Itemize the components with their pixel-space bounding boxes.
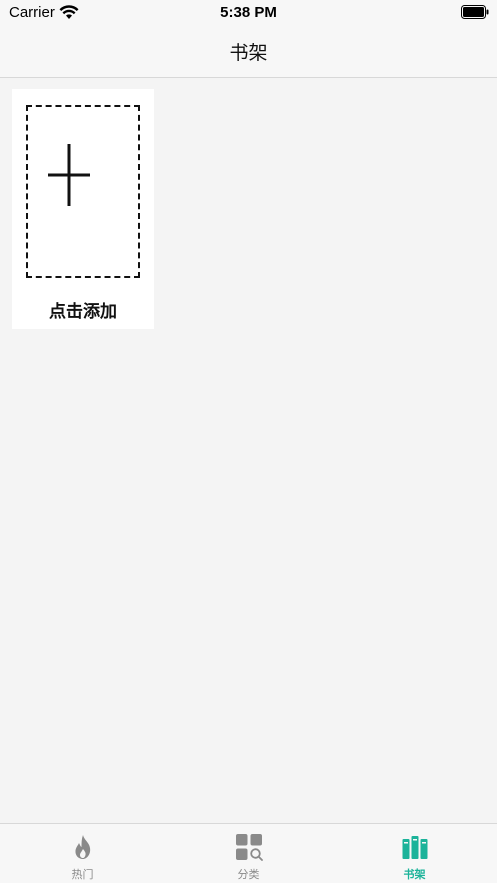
tab-bookshelf-label: 书架	[403, 868, 426, 881]
tab-category[interactable]: 分类	[166, 824, 331, 883]
tab-bookshelf[interactable]: 书架	[332, 824, 497, 883]
status-bar: Carrier 5:38 PM	[0, 0, 497, 26]
category-search-icon	[235, 834, 263, 861]
plus-icon	[48, 144, 90, 206]
flame-icon	[74, 835, 90, 859]
tab-hot[interactable]: 热门	[0, 824, 165, 883]
tab-bar: 热门 分类 书架	[0, 823, 497, 883]
tab-hot-label: 热门	[71, 868, 94, 881]
add-book-card[interactable]: 点击添加	[12, 89, 154, 329]
page-title: 书架	[229, 42, 268, 64]
battery-icon	[461, 5, 489, 19]
navigation-bar: 书架	[0, 26, 497, 78]
bookshelf-icon	[402, 836, 427, 859]
screen: Carrier 5:38 PM 书架 点击添加 热门 分类 书架	[0, 0, 497, 883]
tab-category-label: 分类	[237, 868, 260, 881]
add-book-label: 点击添加	[49, 302, 117, 322]
status-time: 5:38 PM	[220, 4, 277, 21]
